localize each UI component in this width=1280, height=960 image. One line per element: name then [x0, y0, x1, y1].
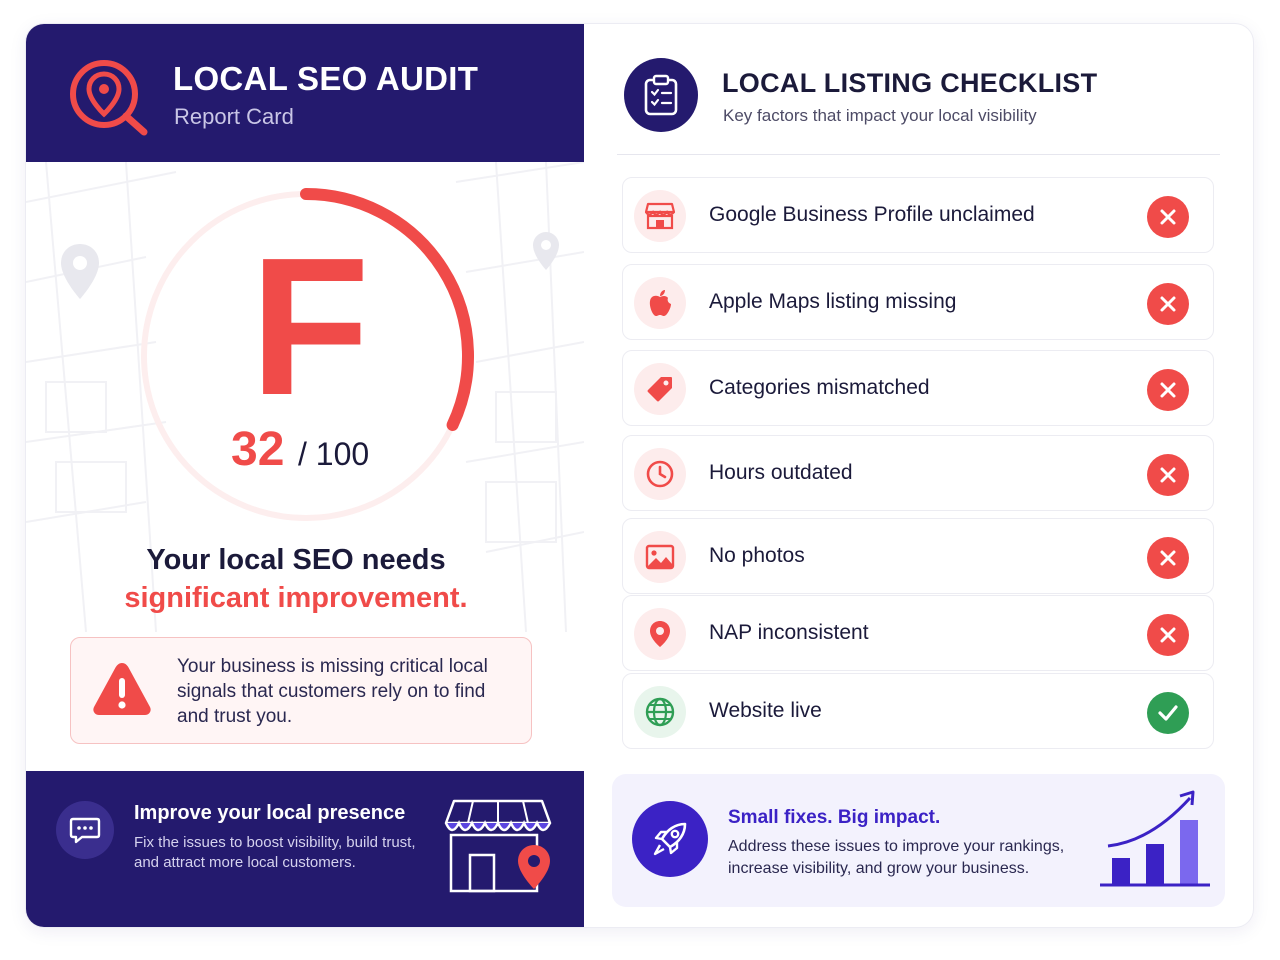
checklist-item-apple-maps: Apple Maps listing missing	[622, 264, 1214, 340]
chat-icon	[56, 801, 114, 859]
impact-text: Address these issues to improve your ran…	[728, 838, 1065, 877]
checklist-item-label: NAP inconsistent	[709, 621, 869, 644]
footer-title: Improve your local presence	[134, 802, 406, 824]
alert-text: Your business is missing critical local …	[177, 656, 488, 727]
checklist-panel: LOCAL LISTING CHECKLIST Key factors that…	[584, 24, 1253, 927]
footer-text: Fix the issues to boost visibility, buil…	[134, 834, 416, 871]
checklist-item-label: Website live	[709, 699, 822, 722]
alert-box: Your business is missing critical local …	[70, 637, 532, 744]
storefront-pin-icon	[444, 799, 552, 893]
divider	[617, 154, 1220, 155]
audit-subtitle: Report Card	[174, 104, 294, 129]
checklist-item-photos: No photos	[622, 518, 1214, 594]
score-max: / 100	[298, 436, 370, 472]
rocket-icon	[632, 801, 708, 877]
fail-x-icon	[1147, 196, 1189, 238]
audit-title: LOCAL SEO AUDIT	[173, 60, 479, 97]
fail-x-icon	[1147, 369, 1189, 411]
location-search-icon	[70, 60, 148, 136]
clipboard-icon	[624, 58, 698, 132]
verdict-line-1: Your local SEO needs	[146, 544, 446, 576]
fail-x-icon	[1147, 454, 1189, 496]
apple-icon	[634, 277, 686, 329]
checklist-item-website: Website live	[622, 673, 1214, 749]
checklist-item-label: Hours outdated	[709, 461, 853, 484]
fail-x-icon	[1147, 537, 1189, 579]
impact-title: Small fixes. Big impact.	[728, 807, 941, 828]
storefront-icon	[634, 190, 686, 242]
report-card: LOCAL SEO AUDIT Report Card F 32 / 100 Y…	[26, 24, 1253, 927]
checklist-item-hours: Hours outdated	[622, 435, 1214, 511]
map-pin-icon	[61, 244, 99, 299]
checklist-item-gbp: Google Business Profile unclaimed	[622, 177, 1214, 253]
checklist-item-label: Apple Maps listing missing	[709, 290, 957, 313]
image-icon	[634, 531, 686, 583]
grade-letter: F	[250, 217, 370, 436]
fail-x-icon	[1147, 614, 1189, 656]
tag-icon	[634, 363, 686, 415]
audit-header: LOCAL SEO AUDIT Report Card	[26, 24, 584, 162]
checklist-item-label: Categories mismatched	[709, 376, 930, 399]
globe-icon	[634, 686, 686, 738]
warning-icon	[93, 663, 151, 715]
clock-icon	[634, 448, 686, 500]
fail-x-icon	[1147, 283, 1189, 325]
checklist-title: LOCAL LISTING CHECKLIST	[722, 68, 1098, 98]
audit-footer: Improve your local presence Fix the issu…	[26, 771, 584, 927]
audit-panel: LOCAL SEO AUDIT Report Card F 32 / 100 Y…	[26, 24, 584, 927]
growth-chart-icon	[1100, 790, 1210, 887]
location-pin-icon	[634, 608, 686, 660]
checklist-item-label: No photos	[709, 544, 805, 567]
checklist-item-label: Google Business Profile unclaimed	[709, 203, 1035, 226]
checklist-subtitle: Key factors that impact your local visib…	[723, 106, 1037, 125]
score-value: 32	[231, 423, 285, 476]
verdict-line-2: significant improvement.	[124, 582, 468, 614]
impact-banner: Small fixes. Big impact. Address these i…	[612, 774, 1225, 907]
pass-check-icon	[1147, 692, 1189, 734]
checklist-item-categories: Categories mismatched	[622, 350, 1214, 426]
checklist-item-nap: NAP inconsistent	[622, 595, 1214, 671]
